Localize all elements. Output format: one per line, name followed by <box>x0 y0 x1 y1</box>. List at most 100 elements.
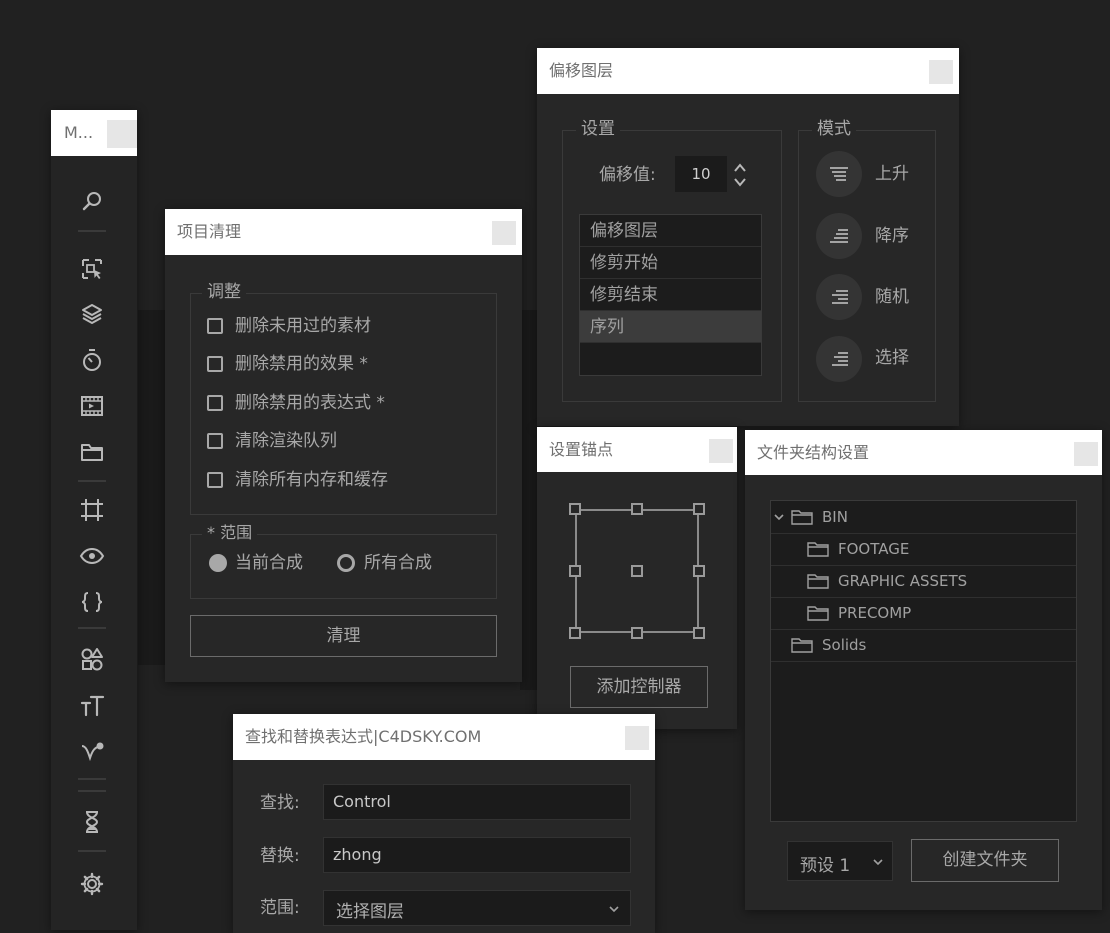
tree-row-graphic-assets[interactable]: GRAPHIC ASSETS <box>771 565 1076 598</box>
list-item[interactable]: 修剪开始 <box>580 247 761 279</box>
checkbox-remove-unused-footage[interactable] <box>207 318 223 334</box>
folder-icon[interactable] <box>78 438 106 466</box>
folder-tree: BIN FOOTAGE GRAPHIC ASSETS PRECOMP Solid… <box>770 500 1077 822</box>
close-icon[interactable] <box>625 726 649 750</box>
replace-label: 替换: <box>260 846 300 866</box>
close-icon[interactable] <box>709 439 733 463</box>
folder-icon <box>807 542 829 557</box>
tree-label: FOOTAGE <box>838 540 910 558</box>
option-label: 删除禁用的效果 * <box>235 354 368 374</box>
add-controller-button[interactable]: 添加控制器 <box>570 666 708 708</box>
path-point-icon[interactable] <box>78 736 106 764</box>
offset-value-field[interactable]: 10 <box>675 156 727 192</box>
anchor-bottom-right[interactable] <box>693 627 705 639</box>
list-item[interactable]: 偏移图层 <box>580 215 761 247</box>
create-folders-button[interactable]: 创建文件夹 <box>911 839 1059 882</box>
find-input[interactable]: Control <box>323 784 631 820</box>
crop-icon[interactable] <box>78 496 106 524</box>
radio-current-comp[interactable] <box>209 554 227 572</box>
checkbox-purge-all-memory-cache[interactable] <box>207 472 223 488</box>
select-cursor-icon[interactable] <box>78 255 106 283</box>
anchor-point-panel: 设置锚点 添加控制器 <box>537 427 737 729</box>
separator <box>78 850 106 852</box>
offset-value: 10 <box>691 165 711 183</box>
settings-legend: 设置 <box>576 119 620 139</box>
tree-row-footage[interactable]: FOOTAGE <box>771 533 1076 566</box>
chevron-down-icon[interactable] <box>773 511 785 523</box>
offset-stepper[interactable] <box>732 160 748 190</box>
radio-all-comps[interactable] <box>337 554 355 572</box>
option-label: 删除禁用的表达式 * <box>235 393 385 413</box>
anchor-middle-left[interactable] <box>569 565 581 577</box>
offset-layers-panel: 偏移图层 设置 偏移值: 10 偏移图层 修剪开始 修剪结束 序列 模式 上升 … <box>537 48 959 426</box>
anchor-top-center[interactable] <box>631 503 643 515</box>
mode-random-button[interactable] <box>816 274 862 320</box>
adjust-legend: 调整 <box>202 282 246 302</box>
option-label: 清除渲染队列 <box>235 431 337 451</box>
list-item[interactable]: 修剪结束 <box>580 279 761 311</box>
mode-descend-button[interactable] <box>816 213 862 259</box>
checkbox-remove-disabled-effects[interactable] <box>207 356 223 372</box>
preset-dropdown[interactable]: 预设 1 <box>787 841 893 881</box>
anchor-middle-right[interactable] <box>693 565 705 577</box>
close-icon[interactable] <box>1074 442 1098 466</box>
clean-button[interactable]: 清理 <box>190 615 497 657</box>
panel-title: 查找和替换表达式|C4DSKY.COM <box>245 727 482 746</box>
hourglass-icon[interactable] <box>78 808 106 836</box>
separator <box>78 230 106 232</box>
mode-selection-button[interactable] <box>816 336 862 382</box>
project-cleanup-panel: 项目清理 调整 删除未用过的素材 删除禁用的效果 * 删除禁用的表达式 * 清除… <box>165 209 522 682</box>
mode-label: 上升 <box>875 164 909 184</box>
checkbox-remove-disabled-expressions[interactable] <box>207 395 223 411</box>
panel-title: 项目清理 <box>177 222 242 241</box>
replace-input[interactable]: zhong <box>323 837 631 873</box>
folder-icon <box>791 510 813 525</box>
stopwatch-icon[interactable] <box>78 346 106 374</box>
gear-icon[interactable] <box>78 870 106 898</box>
tree-row-precomp[interactable]: PRECOMP <box>771 597 1076 630</box>
film-icon[interactable] <box>78 392 106 420</box>
sort-descend-icon <box>830 229 848 243</box>
text-size-icon[interactable] <box>78 691 106 719</box>
panel-title: 偏移图层 <box>549 61 614 80</box>
close-icon[interactable] <box>492 221 516 245</box>
tree-label: BIN <box>822 508 848 526</box>
chevron-down-icon <box>873 859 883 866</box>
panel-title: 文件夹结构设置 <box>757 443 870 462</box>
separator <box>78 778 106 780</box>
mode-label: 降序 <box>875 226 909 246</box>
panel-title: 设置锚点 <box>549 440 614 459</box>
project-cleanup-titlebar: 项目清理 <box>165 209 522 255</box>
anchor-center[interactable] <box>631 565 643 577</box>
anchor-top-left[interactable] <box>569 503 581 515</box>
anchor-point-titlebar: 设置锚点 <box>537 427 737 472</box>
eye-icon[interactable] <box>78 542 106 570</box>
list-item[interactable]: 序列 <box>580 311 761 343</box>
anchor-bottom-left[interactable] <box>569 627 581 639</box>
separator <box>78 790 106 792</box>
anchor-top-right[interactable] <box>693 503 705 515</box>
anchor-bottom-center[interactable] <box>631 627 643 639</box>
scope-dropdown[interactable]: 选择图层 <box>323 890 631 926</box>
mode-ascend-button[interactable] <box>816 151 862 197</box>
sort-selection-icon <box>832 352 848 366</box>
option-label: 删除未用过的素材 <box>235 316 371 336</box>
chevron-down-icon <box>609 906 619 913</box>
scope-option-label: 所有合成 <box>364 553 432 573</box>
find-value: Control <box>333 792 391 811</box>
tree-row-solids[interactable]: Solids <box>771 629 1076 662</box>
offset-type-list: 偏移图层 修剪开始 修剪结束 序列 <box>579 214 762 376</box>
sort-random-icon <box>832 290 848 304</box>
tree-row-bin[interactable]: BIN <box>771 501 1076 534</box>
layers-icon[interactable] <box>78 300 106 328</box>
separator <box>78 480 106 482</box>
braces-icon[interactable] <box>78 588 106 616</box>
checkbox-clear-render-queue[interactable] <box>207 433 223 449</box>
close-icon[interactable] <box>107 120 137 148</box>
search-icon[interactable] <box>78 188 106 216</box>
folder-structure-titlebar: 文件夹结构设置 <box>745 430 1102 475</box>
close-icon[interactable] <box>929 60 953 84</box>
shapes-icon[interactable] <box>78 645 106 673</box>
scope-legend: * 范围 <box>202 523 258 543</box>
folder-icon <box>791 638 813 653</box>
